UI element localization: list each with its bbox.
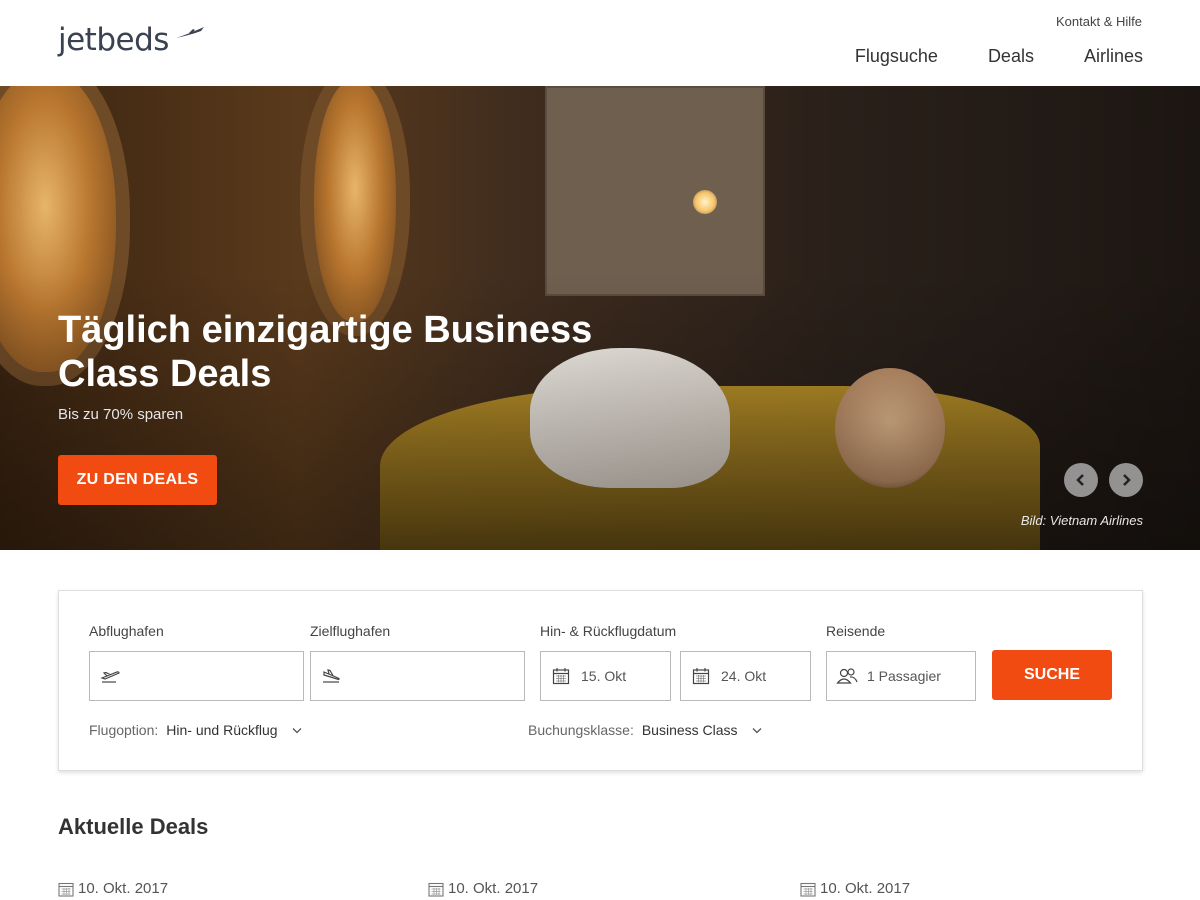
outbound-date-value: 15. Okt (581, 668, 627, 684)
calendar-icon (541, 667, 581, 685)
to-deals-button[interactable]: ZU DEN DEALS (58, 455, 217, 505)
deal-date-text: 10. Okt. 2017 (78, 880, 169, 897)
image-credit: Bild: Vietnam Airlines (1020, 513, 1143, 528)
section-title-current-deals: Aktuelle Deals (58, 814, 209, 839)
destination-field[interactable] (310, 651, 525, 701)
nav-airlines[interactable]: Airlines (1084, 46, 1143, 67)
nav-deals[interactable]: Deals (988, 46, 1034, 67)
departure-field[interactable] (89, 651, 304, 701)
chevron-left-icon (1076, 474, 1084, 486)
calendar-icon (681, 667, 721, 685)
logo[interactable]: jetbeds (58, 22, 169, 58)
passengers-value: 1 Passagier (867, 668, 941, 684)
travelers-label: Reisende (826, 623, 886, 639)
departure-label: Abflughafen (89, 623, 164, 639)
flight-search-form: Abflughafen Zielflughafen Hin- & Rückflu… (58, 590, 1143, 771)
return-date-field[interactable]: 24. Okt (680, 651, 811, 701)
dates-label: Hin- & Rückflugdatum (540, 623, 677, 639)
contact-help-link[interactable]: Kontakt & Hilfe (1056, 14, 1142, 29)
booking-class-select[interactable]: Buchungsklasse: Business Class (528, 722, 762, 738)
deal-date: 10. Okt. 2017 (800, 880, 910, 897)
destination-label: Zielflughafen (310, 623, 391, 639)
hero-banner: Täglich einzigartige Business Class Deal… (0, 86, 1200, 550)
passengers-icon (827, 667, 867, 685)
chevron-down-icon (292, 727, 302, 733)
flight-option-value: Hin- und Rückflug (166, 722, 278, 738)
site-header: jetbeds Kontakt & Hilfe Flugsuche Deals … (0, 0, 1200, 86)
carousel-prev-button[interactable] (1064, 463, 1098, 497)
plane-logo-icon (176, 27, 204, 38)
booking-class-value: Business Class (641, 722, 738, 738)
hero-title: Täglich einzigartige Business Class Deal… (58, 309, 593, 395)
departure-input[interactable] (130, 668, 290, 684)
return-date-value: 24. Okt (721, 668, 767, 684)
deal-date-text: 10. Okt. 2017 (820, 880, 911, 897)
carousel-next-button[interactable] (1109, 463, 1143, 497)
flight-option-select[interactable]: Flugoption: Hin- und Rückflug (89, 722, 302, 738)
outbound-date-field[interactable]: 15. Okt (540, 651, 671, 701)
destination-input[interactable] (351, 668, 511, 684)
chevron-down-icon (752, 727, 762, 733)
calendar-icon (58, 882, 74, 897)
deal-date: 10. Okt. 2017 (58, 880, 168, 897)
hero-subtitle: Bis zu 70% sparen (58, 406, 184, 423)
chevron-right-icon (1123, 474, 1131, 486)
flight-option-label: Flugoption: (89, 722, 159, 738)
calendar-icon (428, 882, 444, 897)
takeoff-icon (90, 668, 130, 684)
calendar-icon (800, 882, 816, 897)
landing-icon (311, 668, 351, 684)
travelers-field[interactable]: 1 Passagier (826, 651, 976, 701)
main-nav: Flugsuche Deals Airlines (855, 46, 1143, 67)
nav-flugsuche[interactable]: Flugsuche (855, 46, 938, 67)
booking-class-label: Buchungsklasse: (528, 722, 634, 738)
deal-date: 10. Okt. 2017 (428, 880, 538, 897)
deal-date-text: 10. Okt. 2017 (448, 880, 539, 897)
search-button[interactable]: SUCHE (992, 650, 1112, 700)
